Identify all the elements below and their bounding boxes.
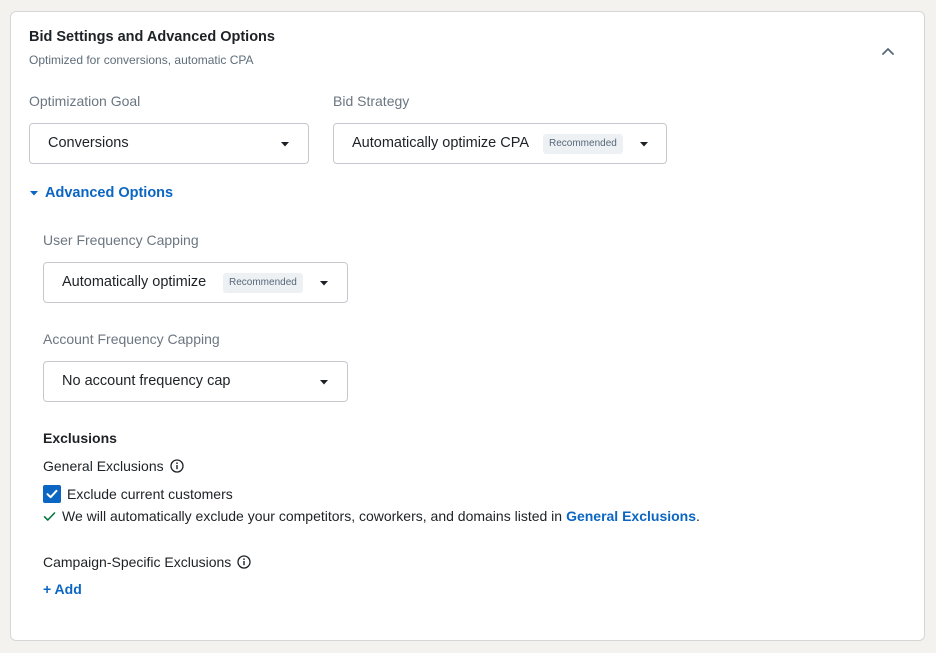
info-icon[interactable] [169,459,184,473]
recommended-badge: Recommended [543,134,623,154]
panel-title: Bid Settings and Advanced Options [29,29,275,45]
add-exclusion-button[interactable]: + Add [43,581,82,597]
exclusions-heading: Exclusions [43,430,117,446]
info-icon[interactable] [237,555,251,569]
exclude-customers-checkbox[interactable] [43,485,61,503]
account-frequency-capping-value: No account frequency cap [62,373,231,389]
auto-exclusion-note-text: We will automatically exclude your compe… [62,508,563,524]
advanced-options-toggle[interactable]: Advanced Options [29,185,173,201]
caret-down-icon [320,380,328,385]
optimization-goal-label: Optimization Goal [29,93,141,109]
bid-settings-panel: Bid Settings and Advanced Options Optimi… [10,11,925,641]
general-exclusions-label: General Exclusions [43,458,164,474]
caret-down-icon [640,142,648,147]
chevron-up-icon [882,48,894,55]
auto-exclusion-note: We will automatically exclude your compe… [43,508,700,524]
general-exclusions-link[interactable]: General Exclusions [566,508,696,524]
campaign-exclusions-row: Campaign-Specific Exclusions [43,554,251,570]
panel-subtitle: Optimized for conversions, automatic CPA [29,53,254,67]
general-exclusions-row: General Exclusions [43,458,184,474]
bid-strategy-value: Automatically optimize CPA [352,135,530,151]
checkmark-icon [43,511,56,521]
campaign-exclusions-label: Campaign-Specific Exclusions [43,554,232,570]
user-frequency-capping-label: User Frequency Capping [43,232,199,248]
note-end: . [696,508,700,524]
optimization-goal-select[interactable]: Conversions [29,123,309,164]
user-frequency-capping-value: Automatically optimize [62,274,207,290]
advanced-options-label: Advanced Options [45,185,174,201]
caret-down-icon [30,191,38,196]
account-frequency-capping-label: Account Frequency Capping [43,331,220,347]
recommended-badge: Recommended [223,273,303,293]
exclude-customers-row: Exclude current customers [43,485,233,503]
check-icon [46,489,58,499]
optimization-goal-value: Conversions [48,135,129,151]
bid-strategy-select[interactable]: Automatically optimize CPA Recommended [333,123,667,164]
account-frequency-capping-select[interactable]: No account frequency cap [43,361,348,402]
user-frequency-capping-select[interactable]: Automatically optimize Recommended [43,262,348,303]
exclude-customers-label: Exclude current customers [67,486,233,502]
collapse-button[interactable] [876,40,900,64]
caret-down-icon [320,281,328,286]
bid-strategy-label: Bid Strategy [333,93,410,109]
caret-down-icon [281,142,289,147]
